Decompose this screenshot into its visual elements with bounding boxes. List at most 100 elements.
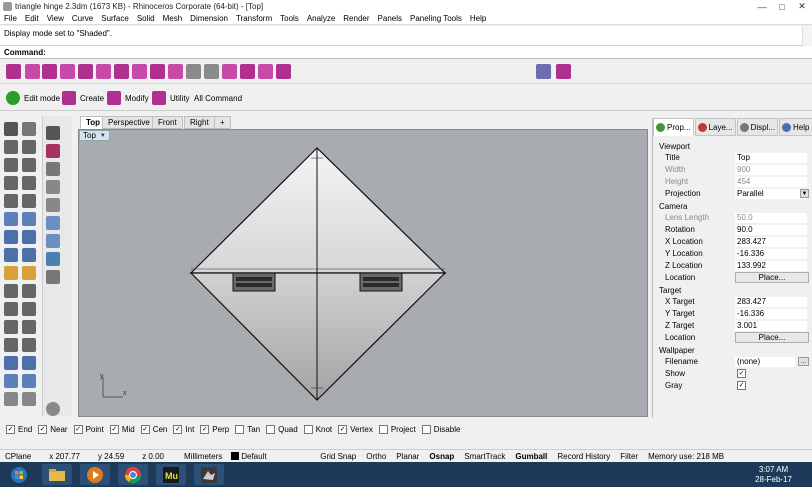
osnap-perp[interactable]: ✓ Perp xyxy=(200,424,229,434)
menu-mesh[interactable]: Mesh xyxy=(159,14,187,23)
osnap-project[interactable]: Project xyxy=(378,424,416,434)
osnap-checkbox[interactable]: ✓ xyxy=(38,424,48,434)
osnap-checkbox[interactable]: ✓ xyxy=(200,424,210,434)
tab-properties[interactable]: Prop... xyxy=(653,118,694,136)
join-icon[interactable] xyxy=(4,302,18,316)
osnap-quad[interactable]: Quad xyxy=(266,424,298,434)
osnap-mid[interactable]: ✓ Mid xyxy=(109,424,135,434)
menu-tools[interactable]: Tools xyxy=(276,14,303,23)
rhino-icon[interactable] xyxy=(194,464,224,485)
curve-icon[interactable] xyxy=(22,140,36,154)
chevron-down-icon[interactable]: ▼ xyxy=(800,189,809,198)
grid-uv-icon[interactable] xyxy=(204,64,219,79)
polyline-icon[interactable] xyxy=(4,140,18,154)
tab-layers[interactable]: Laye... xyxy=(694,118,736,136)
chrome-icon[interactable] xyxy=(118,464,148,485)
toolbar-tab-edit-mode[interactable]: Edit mode xyxy=(6,89,60,107)
panel-morph-icon[interactable] xyxy=(240,64,255,79)
tab-right[interactable]: Right xyxy=(184,116,215,129)
muse-icon[interactable]: Mu xyxy=(156,464,186,485)
cplane-label[interactable]: CPlane xyxy=(0,452,36,461)
paneling-surface-icon[interactable] xyxy=(25,64,40,79)
rectangle-icon[interactable] xyxy=(4,176,18,190)
toggle-planar[interactable]: Planar xyxy=(391,452,424,461)
block-icon[interactable] xyxy=(46,252,60,266)
paneling-cube-icon[interactable] xyxy=(168,64,183,79)
paneling-edges-icon[interactable] xyxy=(78,64,93,79)
filename-field[interactable]: (none) xyxy=(735,357,795,367)
menu-render[interactable]: Render xyxy=(339,14,373,23)
osnap-checkbox[interactable]: ✓ xyxy=(338,424,348,434)
chamfer-icon[interactable] xyxy=(22,320,36,334)
toggle-filter[interactable]: Filter xyxy=(615,452,643,461)
osnap-disable[interactable]: Disable xyxy=(421,424,460,434)
osnap-tan[interactable]: Tan xyxy=(235,424,260,434)
panel-diamond-icon[interactable] xyxy=(276,64,291,79)
command-history-scrollbar[interactable] xyxy=(802,26,812,46)
move-icon[interactable] xyxy=(4,338,18,352)
top-triangle-panel[interactable] xyxy=(189,147,447,274)
explorer-icon[interactable] xyxy=(42,464,72,485)
osnap-cen[interactable]: ✓ Cen xyxy=(140,424,167,434)
paneling-offset-icon[interactable] xyxy=(96,64,111,79)
render-sphere-icon[interactable] xyxy=(46,144,60,158)
paneling-points-icon[interactable] xyxy=(60,64,75,79)
ellipse-icon[interactable] xyxy=(4,194,18,208)
osnap-end[interactable]: ✓ End xyxy=(6,424,32,434)
boolean-difference-icon[interactable] xyxy=(22,266,36,280)
menu-help[interactable]: Help xyxy=(466,14,490,23)
menu-curve[interactable]: Curve xyxy=(68,14,97,23)
menu-analyze[interactable]: Analyze xyxy=(303,14,339,23)
circle-icon[interactable] xyxy=(4,158,18,172)
osnap-knot[interactable]: Knot xyxy=(303,424,332,434)
offset-icon[interactable] xyxy=(22,194,36,208)
target-place-button[interactable]: Place... xyxy=(735,332,809,343)
projection-select[interactable]: Parallel xyxy=(735,189,807,199)
system-clock[interactable]: 3:07 AM 28-Feb-17 xyxy=(755,465,792,485)
x-target-field[interactable]: 283.427 xyxy=(735,297,807,307)
show-checkbox[interactable]: ✓ xyxy=(737,369,746,378)
rotate-icon[interactable] xyxy=(4,356,18,370)
paneling-curve-icon[interactable] xyxy=(42,64,57,79)
paneling-box-icon[interactable] xyxy=(114,64,129,79)
browse-button[interactable]: ... xyxy=(798,357,809,366)
paneling-shape-icon[interactable] xyxy=(150,64,165,79)
osnap-checkbox[interactable]: ✓ xyxy=(140,424,150,434)
toolbar-tab-utility[interactable]: Utility xyxy=(152,89,190,107)
show-icon[interactable] xyxy=(46,198,60,212)
osnap-checkbox[interactable] xyxy=(235,424,245,434)
text-icon[interactable] xyxy=(22,392,36,406)
osnap-checkbox[interactable] xyxy=(266,424,276,434)
menu-solid[interactable]: Solid xyxy=(133,14,159,23)
select-arrow-icon[interactable] xyxy=(4,122,18,136)
tab-add[interactable]: + xyxy=(214,116,231,129)
z-target-field[interactable]: 3.001 xyxy=(735,321,807,331)
arc-icon[interactable] xyxy=(22,158,36,172)
layer-icon[interactable] xyxy=(46,162,60,176)
current-layer[interactable]: Default xyxy=(239,452,315,461)
toolbar-tab-all-command[interactable]: All Command xyxy=(194,89,242,107)
sphere-icon[interactable] xyxy=(4,248,18,262)
osnap-checkbox[interactable]: ✓ xyxy=(109,424,119,434)
x-location-field[interactable]: 283.427 xyxy=(735,237,807,247)
osnap-int[interactable]: ✓ Int xyxy=(173,424,194,434)
units-label[interactable]: Millimeters xyxy=(179,452,227,461)
copy-icon[interactable] xyxy=(22,338,36,352)
y-target-field[interactable]: -16.336 xyxy=(735,309,807,319)
gear-icon[interactable] xyxy=(46,402,60,416)
toolbar-tab-create[interactable]: Create xyxy=(62,89,104,107)
group-icon[interactable] xyxy=(46,234,60,248)
loft-icon[interactable] xyxy=(22,212,36,226)
paneling-grid-icon[interactable] xyxy=(6,64,21,79)
polygon-icon[interactable] xyxy=(22,176,36,190)
camera-place-button[interactable]: Place... xyxy=(735,272,809,283)
close-button[interactable]: ✕ xyxy=(792,0,812,13)
sphere-panel-icon[interactable] xyxy=(556,64,571,79)
top-viewport[interactable]: Top ▼ y x xyxy=(78,129,648,417)
tab-front[interactable]: Front xyxy=(152,116,183,129)
left-hinge[interactable] xyxy=(232,272,276,292)
osnap-point[interactable]: ✓ Point xyxy=(73,424,104,434)
gray-checkbox[interactable]: ✓ xyxy=(737,381,746,390)
toggle-smarttrack[interactable]: SmartTrack xyxy=(459,452,510,461)
media-player-icon[interactable] xyxy=(80,464,110,485)
